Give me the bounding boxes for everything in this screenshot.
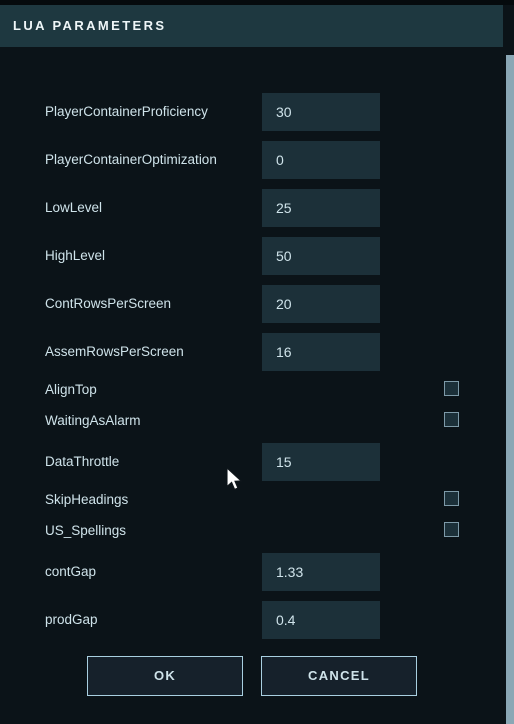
field-label: PlayerContainerProficiency: [45, 104, 208, 119]
cancel-button[interactable]: CANCEL: [261, 656, 417, 696]
text-input[interactable]: 0.4: [262, 601, 380, 639]
text-input-value: 16: [276, 344, 292, 360]
title-bar: LUA PARAMETERS: [0, 5, 503, 47]
checkbox[interactable]: [444, 412, 459, 427]
text-input-value: 15: [276, 454, 292, 470]
text-input[interactable]: 30: [262, 93, 380, 131]
field-label: HighLevel: [45, 248, 106, 263]
lua-parameters-dialog: LUA PARAMETERS PlayerContainerProficienc…: [0, 0, 514, 724]
text-input[interactable]: 1.33: [262, 553, 380, 591]
text-input[interactable]: 20: [262, 285, 380, 323]
text-input-value: 50: [276, 248, 292, 264]
scrollbar-thumb[interactable]: [506, 55, 514, 724]
field-label: PlayerContainerOptimization: [45, 152, 217, 167]
field-label: DataThrottle: [45, 454, 120, 469]
field-label: LowLevel: [45, 200, 103, 215]
checkbox[interactable]: [444, 522, 459, 537]
field-label: prodGap: [45, 612, 98, 627]
text-input-value: 0.4: [276, 612, 296, 628]
checkbox[interactable]: [444, 491, 459, 506]
text-input[interactable]: 0: [262, 141, 380, 179]
field-label: AlignTop: [45, 382, 97, 397]
text-input[interactable]: 50: [262, 237, 380, 275]
field-label: ContRowsPerScreen: [45, 296, 172, 311]
text-input-value: 20: [276, 296, 292, 312]
field-label: contGap: [45, 564, 97, 579]
field-label: WaitingAsAlarm: [45, 413, 141, 428]
vertical-scrollbar[interactable]: [503, 47, 514, 724]
parameters-form: PlayerContainerProficiency 30 PlayerContai…: [0, 47, 503, 724]
field-label: SkipHeadings: [45, 492, 129, 507]
text-input[interactable]: 15: [262, 443, 380, 481]
ok-button[interactable]: OK: [87, 656, 243, 696]
checkbox[interactable]: [444, 381, 459, 396]
text-input-value: 30: [276, 104, 292, 120]
text-input[interactable]: 16: [262, 333, 380, 371]
text-input-value: 25: [276, 200, 292, 216]
text-input-value: 1.33: [276, 564, 304, 580]
text-input-value: 0: [276, 152, 284, 168]
field-label: AssemRowsPerScreen: [45, 344, 184, 359]
text-input[interactable]: 25: [262, 189, 380, 227]
page-title: LUA PARAMETERS: [13, 18, 167, 33]
field-label: US_Spellings: [45, 523, 127, 538]
